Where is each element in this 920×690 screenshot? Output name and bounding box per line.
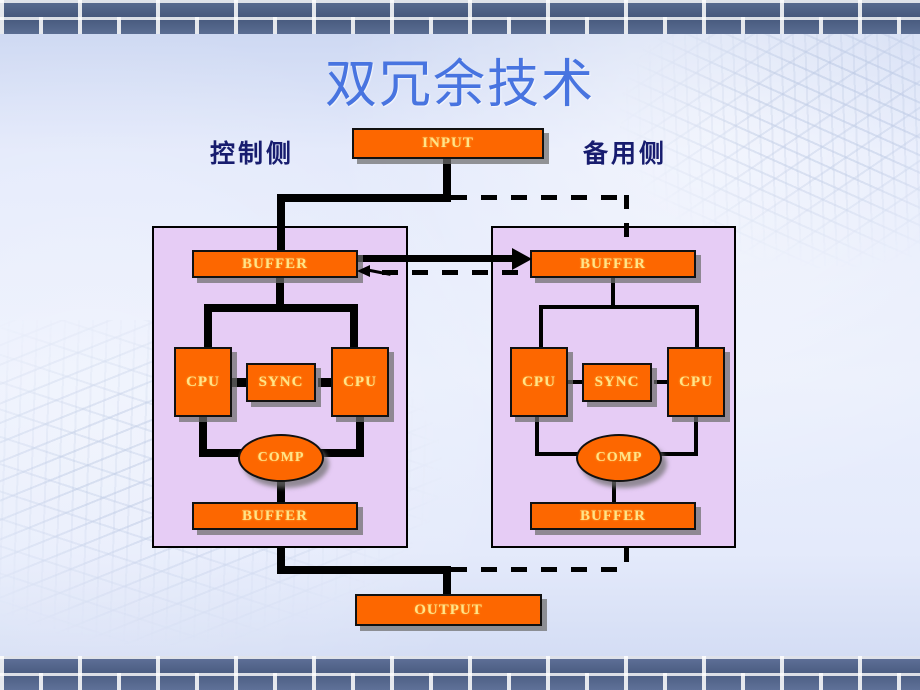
connector-left-branch-b [350, 304, 358, 350]
node-right-comp[interactable]: COMP [576, 434, 662, 482]
node-left-cpu-b[interactable]: CPU [331, 347, 389, 417]
connector-right-branch-bar [539, 305, 699, 309]
node-left-buffer-out[interactable]: BUFFER [192, 502, 358, 530]
connector-right-branch-a [539, 305, 543, 351]
connector-cross-sync-reverse-dashed [382, 270, 532, 275]
connector-right-cpua-to-comp [535, 452, 581, 456]
brick-border-bottom [0, 656, 920, 690]
node-input[interactable]: INPUT [352, 128, 544, 159]
node-left-comp[interactable]: COMP [238, 434, 324, 482]
connector-input-bus-left [277, 194, 451, 202]
connector-left-branch-a [204, 304, 212, 350]
brick-border-top [0, 0, 920, 34]
connector-left-sync-cpub [318, 378, 332, 387]
connector-input-bus-right-dashed [451, 195, 629, 200]
node-right-cpu-b[interactable]: CPU [667, 347, 725, 417]
connector-right-sync-cpub [654, 380, 668, 384]
label-control-side: 控制侧 [210, 139, 295, 168]
node-right-buffer-out[interactable]: BUFFER [530, 502, 696, 530]
label-standby-side: 备用侧 [583, 139, 668, 168]
connector-output-stem [443, 566, 451, 596]
node-output[interactable]: OUTPUT [355, 594, 542, 626]
page-title: 双冗余技术 [324, 55, 595, 115]
connector-input-to-left-panel [277, 194, 285, 256]
connector-left-comp-down [277, 480, 285, 504]
node-left-buffer-in[interactable]: BUFFER [192, 250, 358, 278]
connector-output-bus-left [277, 566, 451, 574]
node-left-sync[interactable]: SYNC [246, 363, 316, 402]
connector-output-bus-right-dashed [451, 567, 629, 572]
arrow-cross-reverse-head [357, 265, 370, 277]
node-right-sync[interactable]: SYNC [582, 363, 652, 402]
connector-right-comp-down [612, 480, 616, 504]
connector-cross-sync-forward [358, 255, 524, 262]
connector-right-cpub-down [694, 417, 698, 455]
connector-right-cpua-down [535, 417, 539, 455]
connector-right-buffer-down [611, 278, 615, 308]
node-right-cpu-a[interactable]: CPU [510, 347, 568, 417]
connector-left-branch-bar [204, 304, 358, 312]
node-left-cpu-a[interactable]: CPU [174, 347, 232, 417]
arrow-cross-forward-head [512, 248, 532, 270]
connector-right-branch-b [695, 305, 699, 351]
node-right-buffer-in[interactable]: BUFFER [530, 250, 696, 278]
slide-canvas: 双冗余技术 控制侧 备用侧 INPUT BUFFER CPU SYNC CPU … [0, 0, 920, 690]
